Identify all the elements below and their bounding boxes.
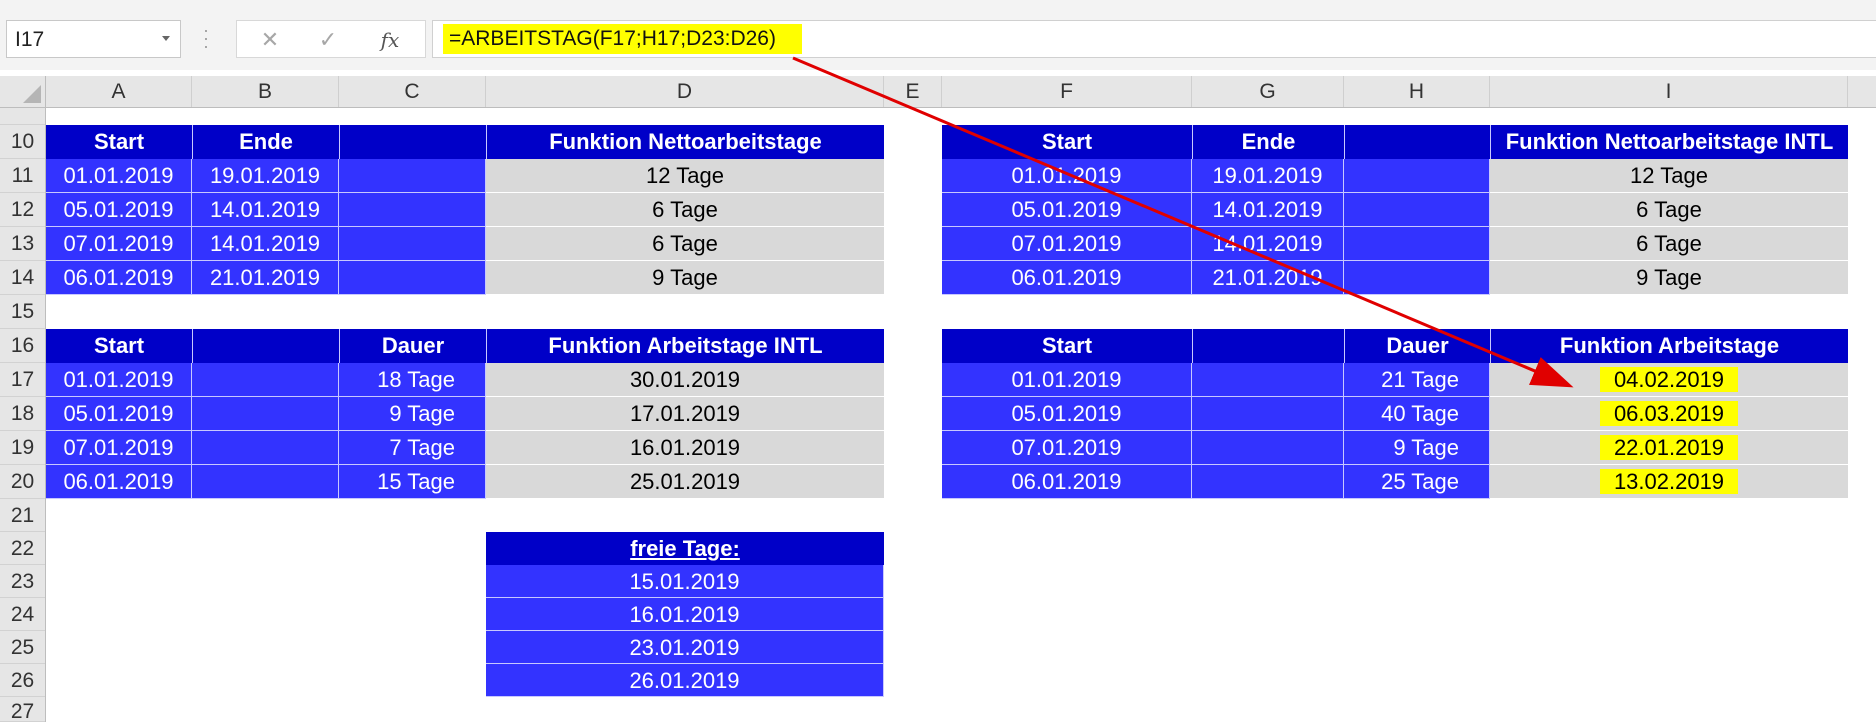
arrow-line	[792, 56, 1574, 388]
annotation-arrow	[792, 56, 1574, 388]
